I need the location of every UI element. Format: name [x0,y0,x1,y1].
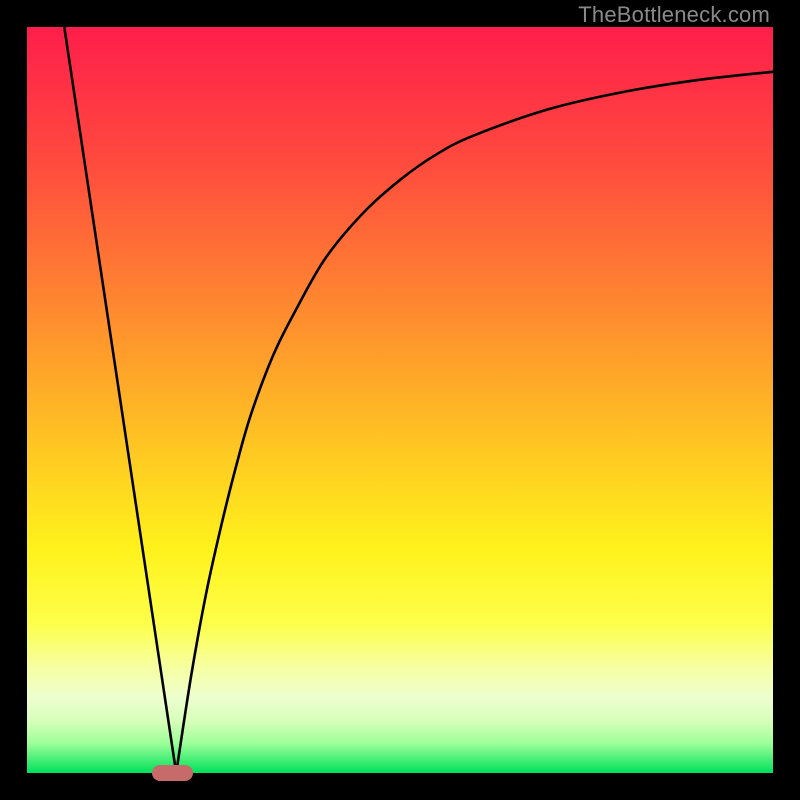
bottleneck-marker [152,765,193,781]
curve-layer [27,27,773,773]
watermark-text: TheBottleneck.com [578,2,770,28]
curve-left-branch [64,27,176,773]
chart-frame: TheBottleneck.com [0,0,800,800]
curve-right-branch [176,72,773,773]
plot-area [27,27,773,773]
